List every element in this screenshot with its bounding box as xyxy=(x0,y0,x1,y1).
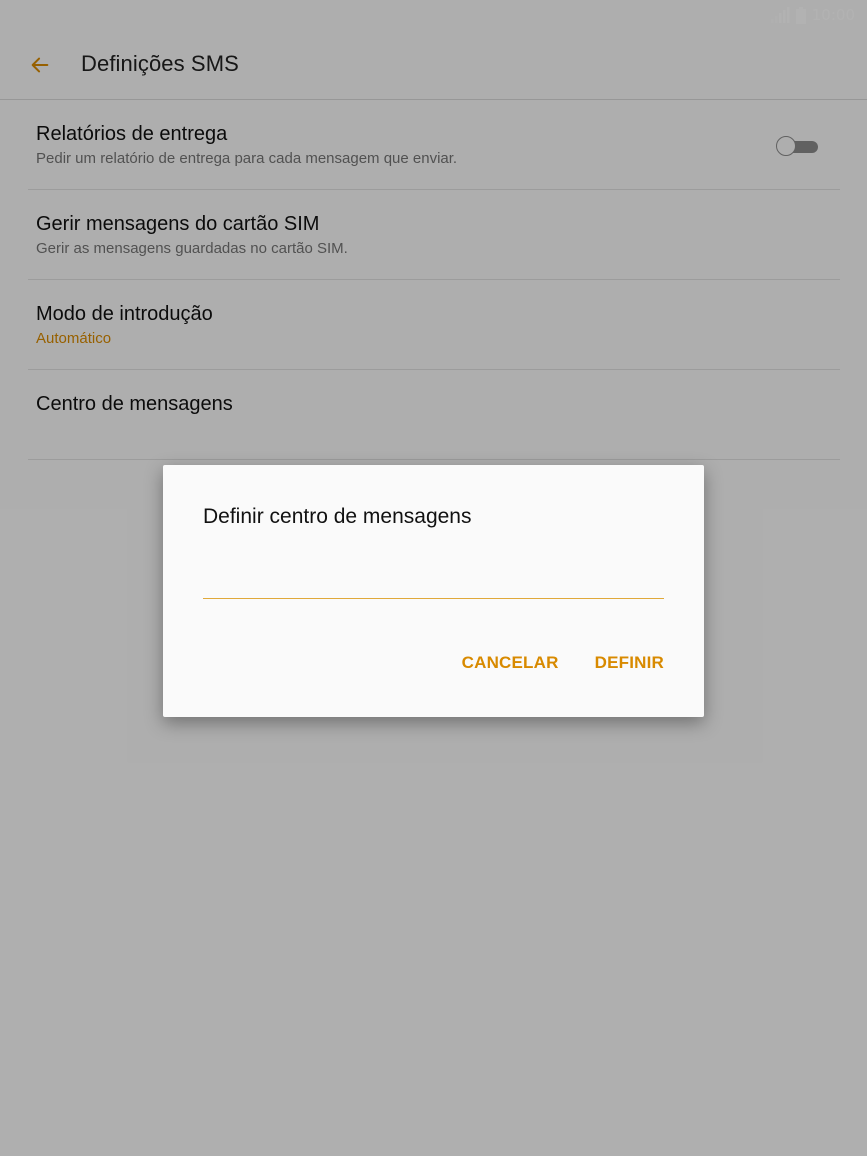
message-center-input[interactable] xyxy=(203,565,664,599)
dialog-title: Definir centro de mensagens xyxy=(203,505,472,528)
sms-settings-screen: 10:00 Definições SMS Relatórios de entre… xyxy=(0,0,867,1156)
message-center-dialog: Definir centro de mensagens CANCELAR DEF… xyxy=(163,465,704,717)
dialog-actions: CANCELAR DEFINIR xyxy=(462,653,664,673)
cancel-button[interactable]: CANCELAR xyxy=(462,653,559,673)
confirm-button[interactable]: DEFINIR xyxy=(595,653,664,673)
